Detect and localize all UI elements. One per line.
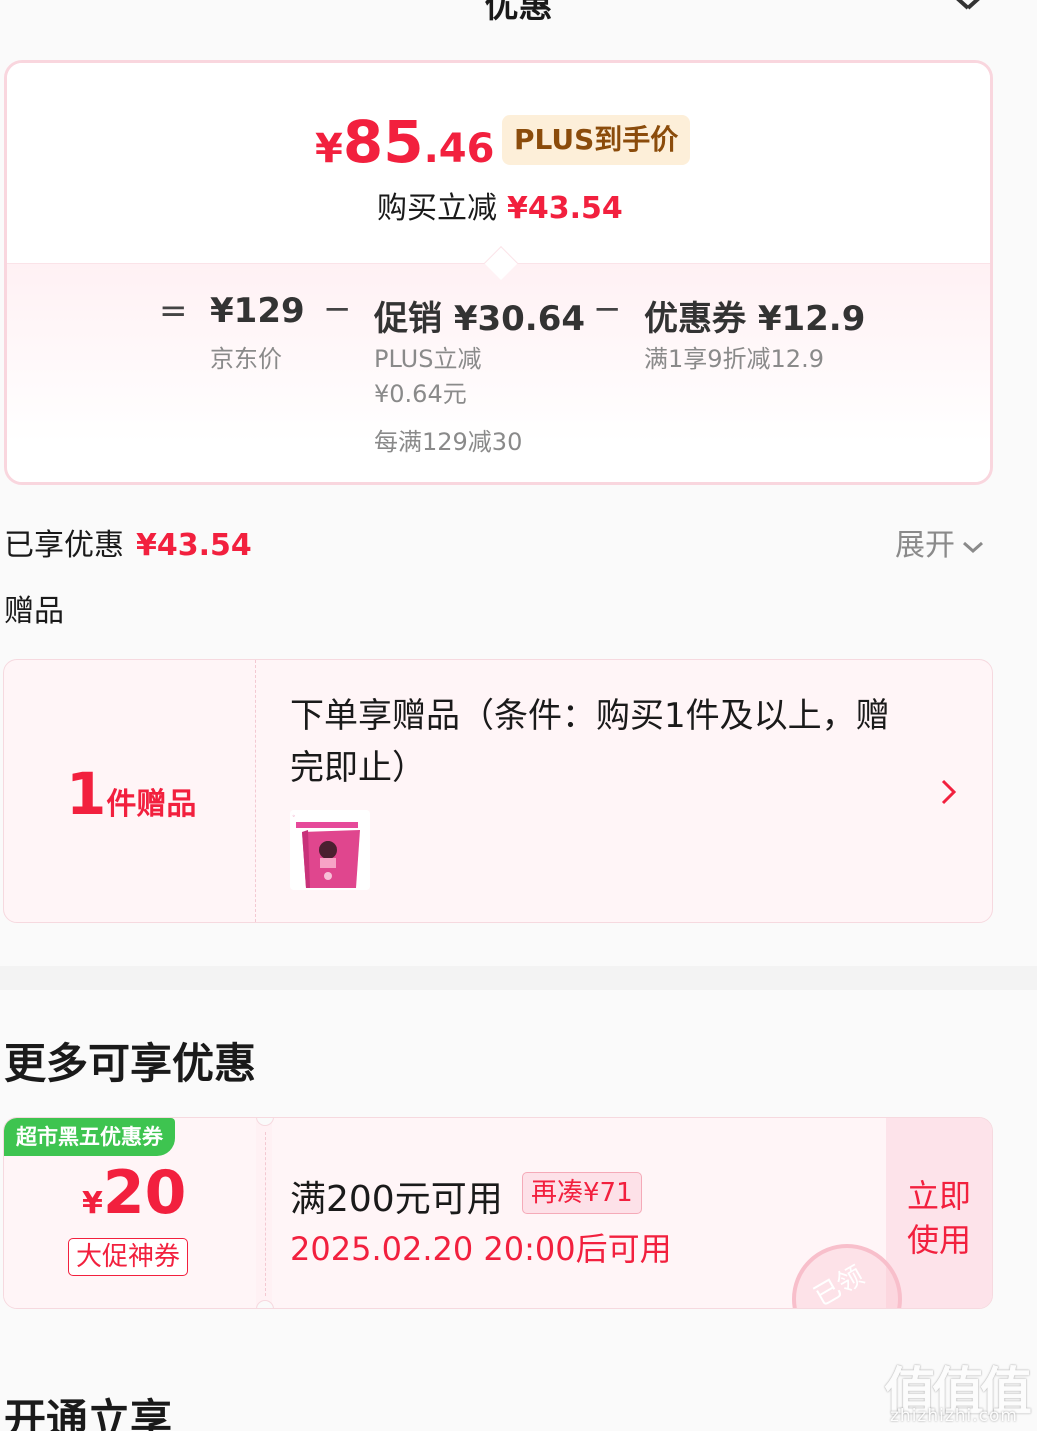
promo-value: 促销 ¥30.64 bbox=[374, 299, 586, 339]
enjoyed-discount: 已享优惠 ¥43.54 bbox=[4, 520, 252, 564]
coupon-gap-badge: 再凑¥71 bbox=[522, 1172, 642, 1214]
header: 优惠 bbox=[0, 0, 1037, 50]
jd-price-label: 京东价 bbox=[210, 345, 282, 373]
coupon-amount: ¥20 bbox=[82, 1158, 186, 1228]
final-price-yen: ¥ bbox=[315, 126, 343, 172]
watermark-url: zhizhizhi.com bbox=[890, 1406, 1018, 1426]
coupon-amount-number: 20 bbox=[102, 1158, 187, 1228]
close-icon[interactable] bbox=[940, 0, 996, 20]
more-offers-title: 更多可享优惠 bbox=[4, 1039, 257, 1088]
page-title: 优惠 bbox=[484, 0, 553, 26]
buy-reduce-amount: ¥43.54 bbox=[507, 191, 623, 226]
expand-button[interactable]: 展开 bbox=[895, 520, 985, 564]
gift-count-number: 1 bbox=[66, 760, 107, 828]
coupon-kind-badge: 大促神券 bbox=[68, 1238, 189, 1276]
buy-reduce-label: 购买立减 bbox=[377, 191, 497, 226]
open-membership-title: 开通立享 bbox=[4, 1395, 173, 1431]
promo-sub-amount: ¥0.64元 bbox=[374, 380, 467, 408]
minus-sign: − bbox=[323, 289, 352, 329]
coupon-value: 优惠券 ¥12.9 bbox=[644, 299, 866, 339]
section-divider bbox=[0, 966, 1037, 990]
equals-sign: = bbox=[159, 291, 188, 331]
expand-label: 展开 bbox=[895, 528, 955, 563]
gifts-section-label: 赠品 bbox=[4, 594, 64, 629]
coupon-card[interactable]: 超市黑五优惠券 ¥20 大促神券 满200元可用 再凑¥71 2025.02.2… bbox=[3, 1117, 993, 1309]
gift-count: 1件赠品 bbox=[66, 760, 196, 828]
final-price: ¥85.46 bbox=[315, 108, 494, 176]
jd-price-value: ¥129 bbox=[210, 291, 305, 331]
promo-sub-plus: PLUS立减 bbox=[374, 345, 482, 373]
gift-count-panel: 1件赠品 bbox=[4, 660, 256, 922]
coupon-sub-rule: 满1享9折减12.9 bbox=[644, 345, 824, 373]
coupon-condition: 满200元可用 bbox=[290, 1179, 503, 1220]
buy-reduce: 购买立减 ¥43.54 bbox=[377, 183, 623, 227]
enjoyed-amount: ¥43.54 bbox=[136, 528, 252, 563]
final-price-int: 85 bbox=[342, 108, 424, 176]
enjoyed-label: 已享优惠 bbox=[4, 528, 124, 563]
plus-price-badge: PLUS到手价 bbox=[502, 115, 691, 165]
coupon-tag: 超市黑五优惠券 bbox=[4, 1118, 175, 1156]
chevron-down-icon bbox=[963, 541, 983, 553]
promo-sub-rule: 每满129减30 bbox=[374, 428, 523, 456]
svg-text:◦: ◦ bbox=[292, 813, 296, 820]
final-price-dec: .46 bbox=[423, 126, 495, 172]
price-breakdown-card: ¥85.46 PLUS到手价 购买立减 ¥43.54 = ¥129 京东价 − 促… bbox=[4, 60, 993, 485]
use-now-button[interactable]: 立即使用 bbox=[904, 1174, 974, 1262]
price-summary bbox=[7, 63, 990, 263]
coupon-amount-yen: ¥ bbox=[82, 1186, 103, 1221]
gift-description: 下单享赠品（条件：购买1件及以上，赠完即止） bbox=[290, 696, 890, 788]
watermark-logo: 值值值 zhizhizhi.com bbox=[884, 1350, 1034, 1430]
gift-count-unit: 件赠品 bbox=[106, 787, 197, 822]
chevron-right-icon[interactable] bbox=[939, 775, 959, 809]
coupon-available-time: 2025.02.20 20:00后可用 bbox=[290, 1230, 672, 1268]
coupon-divider bbox=[265, 1132, 266, 1296]
gift-card[interactable]: 1件赠品 下单享赠品（条件：购买1件及以上，赠完即止） ◦ bbox=[3, 659, 993, 923]
minus-sign: − bbox=[593, 289, 622, 329]
gift-image[interactable]: ◦ bbox=[290, 810, 370, 890]
